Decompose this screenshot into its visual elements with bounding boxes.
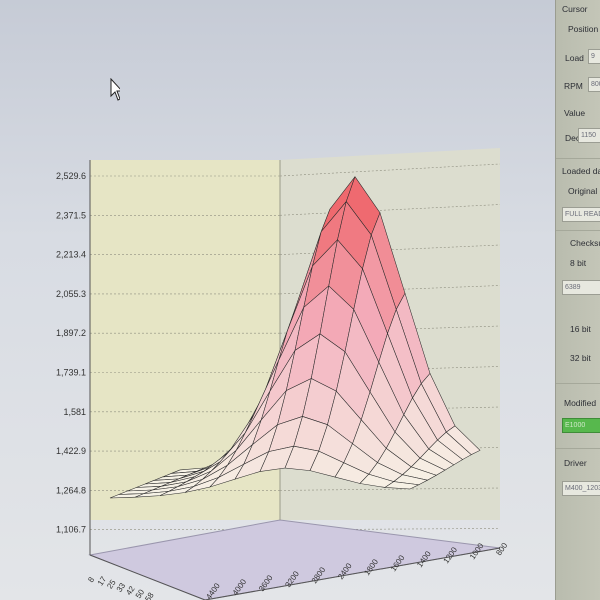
z-tick-label: 2,055.3: [56, 289, 86, 299]
modified-field[interactable]: E1000: [562, 418, 600, 433]
x-tick-label: 58: [143, 590, 156, 600]
z-tick-label: 1,897.2: [56, 328, 86, 338]
chart-floor: [88, 519, 501, 600]
z-tick-label: 1,264.8: [56, 485, 86, 495]
z-tick-label: 2,371.5: [56, 210, 86, 220]
rpm-field[interactable]: 800: [588, 77, 600, 92]
load-label: Load: [565, 53, 584, 63]
bit8-label: 8 bit: [570, 258, 587, 268]
map-viewer[interactable]: 2,529.6 2,371.5 2,213.4 2,055.3 1,897.2 1,739…: [0, 0, 555, 600]
divider: [556, 448, 600, 449]
side-panel: Cursor Position Load 9 RPM 800 Value Dec…: [555, 0, 600, 600]
z-axis-ticks: 2,529.6 2,371.5 2,213.4 2,055.3 1,897.2 1,739…: [56, 171, 86, 535]
original-label: Original: [568, 186, 598, 196]
bit32-label: 32 bit: [570, 353, 591, 363]
y-tick-label: 800: [494, 541, 509, 558]
loaded-data-label: Loaded data: [562, 166, 600, 176]
mouse-cursor-icon: [110, 78, 120, 101]
modified-label: Modified: [564, 398, 597, 408]
z-tick-label: 1,106.7: [56, 525, 86, 535]
bit16-label: 16 bit: [570, 324, 591, 334]
checksum-label: Checksum: [570, 238, 600, 248]
cursor-label: Cursor: [562, 4, 588, 14]
bit8-field[interactable]: 6389: [562, 280, 600, 295]
z-tick-label: 1,422.9: [56, 446, 86, 456]
z-tick-label: 2,529.6: [56, 171, 86, 181]
z-tick-label: 2,213.4: [56, 250, 86, 260]
driver-label: Driver: [564, 458, 587, 468]
original-field[interactable]: FULL READ DW: [562, 207, 600, 222]
rpm-label: RPM: [564, 81, 583, 91]
value-label: Value: [564, 108, 586, 118]
driver-field[interactable]: M400_1203RT: [562, 481, 600, 496]
z-tick-label: 1,739.1: [56, 368, 86, 378]
position-label: Position: [568, 24, 599, 34]
dec-field[interactable]: 1150: [578, 128, 600, 143]
x-axis-ticks: 8 172533425058: [86, 574, 156, 600]
divider: [556, 158, 600, 159]
load-field[interactable]: 9: [588, 49, 600, 64]
surface-chart[interactable]: 2,529.6 2,371.5 2,213.4 2,055.3 1,897.2 1,739…: [0, 0, 555, 600]
z-tick-label: 1,581: [63, 407, 86, 417]
divider: [556, 383, 600, 384]
divider: [556, 230, 600, 231]
